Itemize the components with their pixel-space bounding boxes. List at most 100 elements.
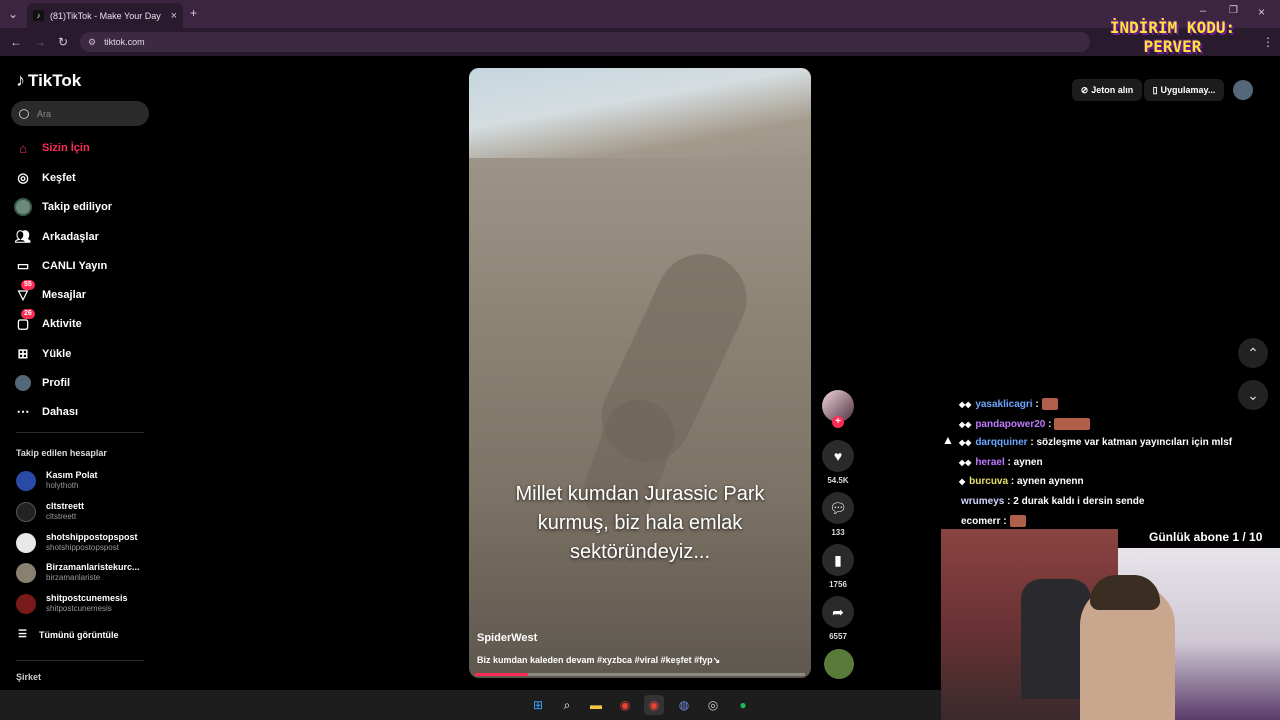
save-button[interactable]: ▮ [822, 544, 854, 576]
windows-start-icon[interactable]: ⊞ [528, 695, 548, 715]
avatar [16, 501, 36, 522]
new-tab-button[interactable]: + [190, 6, 197, 20]
chat-username: pandapower20 [975, 418, 1046, 430]
comment-button[interactable]: 💬︎ [822, 492, 854, 524]
account-name: shotshippostopspost [46, 532, 138, 542]
account-handle: shotshippostopspost [46, 543, 119, 552]
close-window-button[interactable]: × [1258, 5, 1265, 19]
site-info-icon[interactable]: ⚙ [88, 37, 96, 48]
minimize-button[interactable]: – [1200, 5, 1206, 17]
live-icon: ▭ [16, 258, 30, 273]
tiktok-note-icon: ♪ [16, 70, 25, 90]
nav-item-activity[interactable]: ▢ 26 Aktivite [14, 309, 82, 334]
nav-item-more[interactable]: ⋯ Dahası [14, 402, 79, 422]
forward-icon[interactable]: → [34, 35, 46, 49]
phone-icon: ▯ [1152, 84, 1158, 95]
chat-username: darqquiner [975, 437, 1028, 448]
chat-username: wrumeys [961, 496, 1005, 507]
video-progress-bar[interactable] [475, 673, 805, 676]
video-author[interactable]: SpiderWest [477, 632, 537, 644]
nav-item-upload[interactable]: ⊞ Yükle [14, 344, 72, 364]
chat-text: sözleşme var katman yayıncıları için mls… [1036, 437, 1233, 448]
video-progress-fill [475, 673, 528, 676]
chat-badge-icon: ◆◆ [959, 419, 972, 429]
search-input[interactable]: Ara [11, 101, 149, 126]
obs-icon[interactable]: ◎ [703, 695, 723, 715]
taskbar-search-icon[interactable]: ⌕ [557, 695, 577, 715]
followed-account[interactable]: cltstreett cltstreett [16, 501, 84, 522]
nav-item-for-you[interactable]: ⌂ Sizin İçin [14, 138, 90, 158]
video-player[interactable]: Millet kumdan Jurassic Park kurmuş, biz … [469, 68, 811, 678]
browser-tab[interactable]: ♪ (81)TikTok - Make Your Day × [27, 3, 183, 28]
nav-item-explore[interactable]: ◎ Keşfet [14, 168, 76, 188]
account-handle: shitpostcunemesis [46, 604, 112, 613]
nav-item-friends[interactable]: 👥︎ Arkadaşlar [14, 227, 99, 247]
file-explorer-icon[interactable]: ▬ [586, 695, 606, 715]
chat-text: aynen aynenn [1016, 476, 1084, 487]
profile-avatar[interactable] [1233, 80, 1253, 100]
next-video-button[interactable]: ⌄ [1238, 380, 1268, 410]
chat-message: wrumeys : 2 durak kaldı i dersin sende [961, 496, 1144, 507]
profile-icon [14, 374, 32, 392]
video-description: Biz kumdan kaleden devam #xyzbca #viral … [477, 655, 721, 665]
comment-count: 133 [831, 528, 845, 537]
restore-button[interactable]: ❐ [1229, 5, 1238, 16]
nav-item-messages[interactable]: ▽ 55 Mesajlar [14, 280, 86, 305]
avatar [16, 470, 36, 491]
chat-badge-icon: ◆◆ [959, 458, 972, 467]
close-tab-icon[interactable]: × [171, 10, 177, 22]
nav-item-profile[interactable]: Profil [14, 373, 70, 393]
get-app-button[interactable]: ▯ Uygulamay... [1144, 79, 1224, 101]
follow-plus-icon[interactable]: + [832, 416, 844, 428]
like-button[interactable]: ♥ [822, 440, 854, 472]
discord-icon[interactable]: ◍ [674, 695, 694, 715]
chrome-active-icon[interactable]: ◉ [644, 695, 664, 715]
reload-icon[interactable]: ↻ [58, 35, 68, 49]
logo-text: TikTok [28, 70, 82, 90]
following-avatar-icon [14, 198, 32, 216]
followed-account[interactable]: shotshippostopspost shotshippostopspost [16, 532, 138, 553]
messages-badge: 55 [21, 280, 35, 290]
get-coins-button[interactable]: ⊘ Jeton alın [1072, 79, 1142, 101]
nav-item-live[interactable]: ▭ CANLI Yayın [14, 256, 107, 276]
activity-icon: ▢ 26 [14, 309, 35, 333]
followed-account[interactable]: Birzamanlaristekurc... birzamanlariste [16, 562, 140, 583]
chat-separator: : [1045, 418, 1052, 430]
search-placeholder: Ara [37, 108, 52, 119]
upload-icon: ⊞ [17, 346, 29, 361]
nav-label: Keşfet [42, 172, 76, 184]
music-disc-icon[interactable] [824, 649, 854, 679]
chrome-icon[interactable]: ◉ [615, 695, 635, 715]
promo-line-2: PERVER [1143, 37, 1202, 56]
list-icon: ☰ [18, 629, 27, 640]
chat-username: burcuva [969, 476, 1009, 487]
coins-label: Jeton alın [1091, 85, 1134, 95]
nav-label: Arkadaşlar [42, 231, 99, 243]
nav-item-following[interactable]: Takip ediliyor [14, 197, 112, 217]
chat-text: aynen [1013, 457, 1043, 468]
video-caption-overlay: Millet kumdan Jurassic Park kurmuş, biz … [515, 483, 765, 563]
company-link[interactable]: Şirket [16, 672, 41, 682]
spotify-icon[interactable]: ● [733, 695, 753, 715]
account-handle: holythoth [46, 481, 79, 490]
address-bar[interactable]: ⚙ tiktok.com [80, 32, 1090, 52]
nav-label: Takip ediliyor [42, 201, 113, 213]
share-button[interactable]: ➦ [822, 596, 854, 628]
tab-title: (81)TikTok - Make Your Day [50, 10, 161, 21]
previous-video-button[interactable]: ⌃ [1238, 338, 1268, 368]
account-handle: cltstreett [46, 512, 77, 521]
chat-message: ◆◆ pandapower20 : [959, 418, 1091, 430]
more-icon: ⋯ [16, 404, 30, 419]
nav-label: CANLI Yayın [42, 260, 108, 272]
back-icon[interactable]: ← [10, 35, 22, 49]
followed-account[interactable]: shitpostcunemesis shitpostcunemesis [16, 593, 128, 614]
promo-line-1: İNDİRİM KODU: [1109, 18, 1236, 37]
followed-account[interactable]: Kasım Polat holythoth [16, 470, 98, 491]
browser-menu-icon[interactable]: ⋮ [1262, 35, 1274, 49]
tab-search-icon[interactable]: ⌄ [8, 7, 18, 21]
see-all-link[interactable]: ☰ Tümünü görüntüle [18, 629, 118, 640]
chat-badge-icon: ◆◆ [959, 399, 972, 409]
search-icon [19, 108, 29, 119]
coin-icon: ⊘ [1080, 84, 1089, 95]
tiktok-logo[interactable]: ♪ TikTok [16, 70, 81, 91]
